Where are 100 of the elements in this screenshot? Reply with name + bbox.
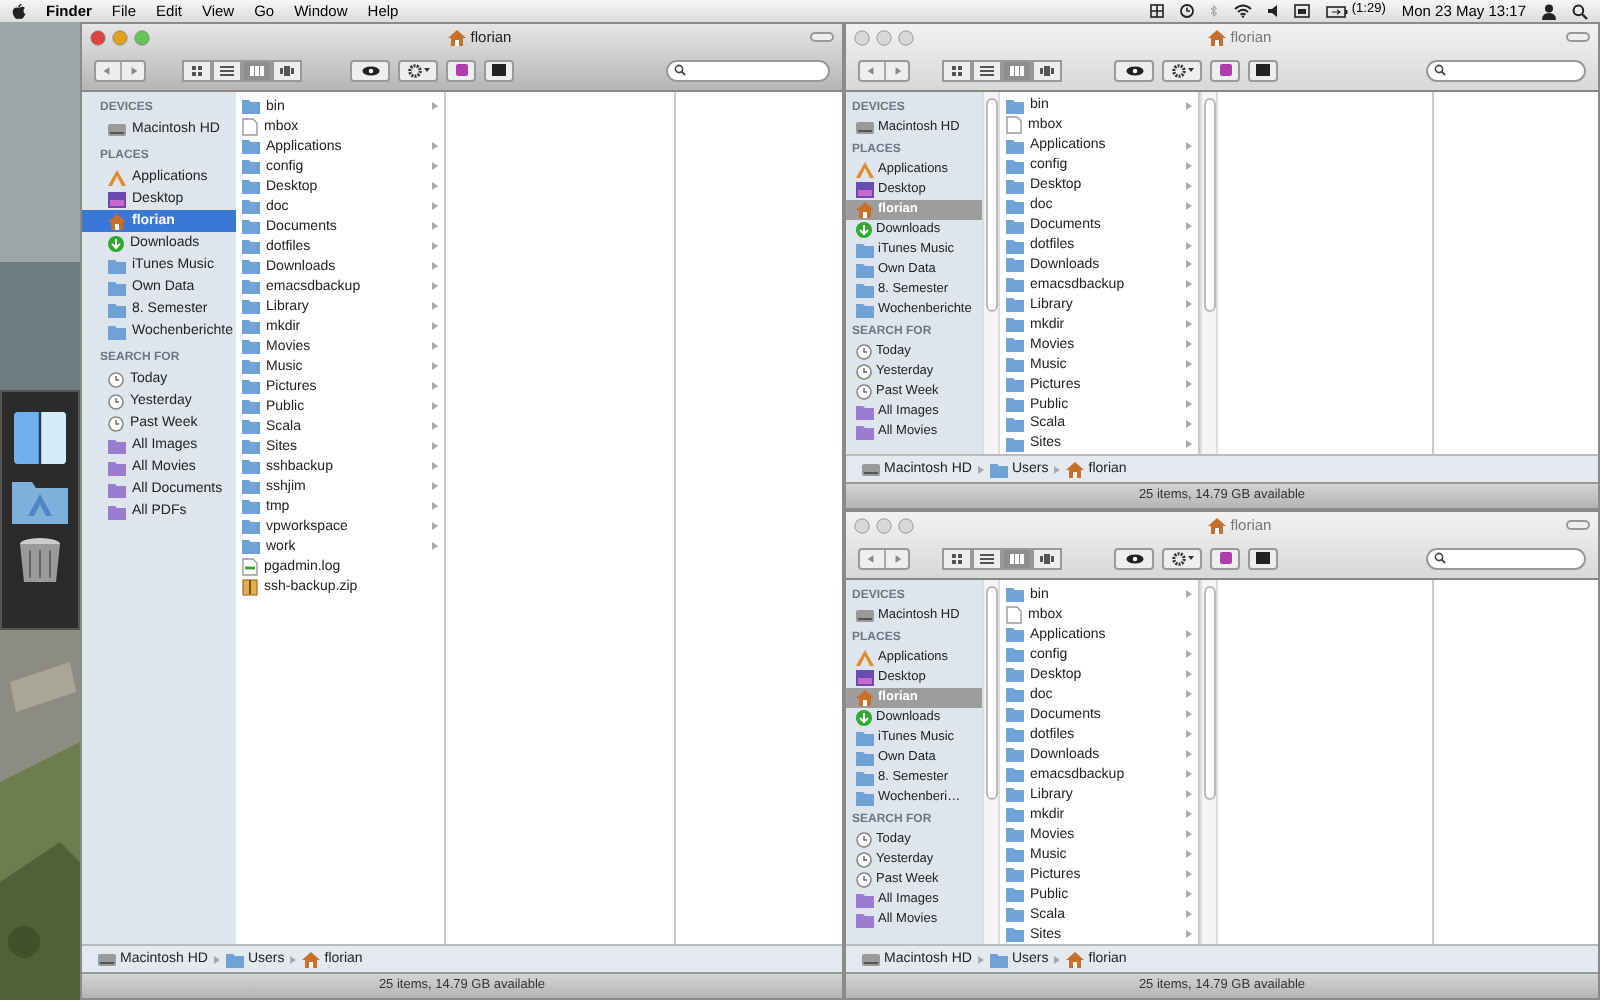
terminal-button[interactable]: [484, 59, 514, 81]
toolbar-toggle-button[interactable]: [1566, 520, 1590, 530]
view-mode-button[interactable]: [972, 547, 1002, 569]
disclosure-arrow-icon: [432, 422, 438, 430]
clock-icon[interactable]: [1179, 4, 1194, 18]
clock-icon: [108, 371, 124, 387]
view-mode-button[interactable]: [1002, 547, 1032, 569]
close-button[interactable]: [90, 29, 106, 45]
view-mode-button[interactable]: [182, 59, 212, 81]
action-menu-button[interactable]: [398, 59, 438, 81]
home-icon: [1208, 517, 1227, 533]
action-menu-button[interactable]: [1162, 59, 1202, 81]
close-button[interactable]: [854, 29, 870, 45]
disclosure-arrow-icon: [1186, 670, 1192, 678]
zoom-button[interactable]: [898, 29, 914, 45]
back-forward-buttons[interactable]: [858, 547, 910, 569]
disclosure-arrow-icon: [1186, 101, 1192, 110]
view-mode-button[interactable]: [272, 59, 302, 81]
app-icon: [1219, 552, 1231, 564]
minimize-button[interactable]: [112, 29, 128, 45]
disclosure-arrow-icon: [432, 242, 438, 250]
disclosure-arrow-icon: [1186, 870, 1192, 878]
search-field[interactable]: [1426, 59, 1586, 81]
gear-icon: [407, 63, 421, 77]
view-mode-button[interactable]: [972, 59, 1002, 81]
trash-icon[interactable]: [18, 536, 62, 584]
scrollbar[interactable]: [1200, 92, 1218, 454]
disclosure-arrow-icon: [432, 402, 438, 410]
column-view-icon: [1010, 65, 1024, 75]
disclosure-arrow-icon: [1186, 320, 1192, 329]
hard-drive-icon: [862, 461, 880, 477]
disclosure-arrow-icon: [432, 462, 438, 470]
toolbar-toggle-button[interactable]: [810, 32, 834, 42]
search-field[interactable]: [666, 59, 830, 81]
toolbar-toggle-button[interactable]: [1566, 32, 1590, 42]
wifi-icon[interactable]: [1233, 4, 1252, 18]
clock-icon: [856, 832, 872, 848]
desktop-icon: [856, 182, 874, 198]
app-shortcut-button[interactable]: [1210, 59, 1240, 81]
view-mode-button[interactable]: [242, 59, 272, 81]
view-mode-button[interactable]: [942, 59, 972, 81]
home-icon: [856, 690, 874, 706]
search-icon[interactable]: [1572, 3, 1588, 19]
disclosure-arrow-icon: [1186, 141, 1192, 150]
quick-look-button[interactable]: [350, 59, 390, 81]
minimize-button[interactable]: [876, 517, 892, 533]
terminal-icon: [1256, 552, 1270, 564]
zoom-button[interactable]: [134, 29, 150, 45]
view-mode-button[interactable]: [1002, 59, 1032, 81]
zoom-button[interactable]: [898, 517, 914, 533]
quick-look-button[interactable]: [1114, 547, 1154, 569]
quick-look-button[interactable]: [1114, 59, 1154, 81]
finder-app-icon[interactable]: [14, 412, 66, 464]
app-shortcut-button[interactable]: [1210, 547, 1240, 569]
document-icon: [1006, 116, 1022, 135]
disclosure-arrow-icon: [432, 222, 438, 230]
disclosure-arrow-icon: [1186, 201, 1192, 210]
user-icon[interactable]: [1542, 3, 1556, 19]
home-icon: [448, 29, 467, 45]
disclosure-arrow-icon: [432, 362, 438, 370]
disclosure-arrow-icon: [432, 282, 438, 290]
app-shortcut-button[interactable]: [446, 59, 476, 81]
disclosure-arrow-icon: [1186, 650, 1192, 658]
close-button[interactable]: [854, 517, 870, 533]
view-mode-button[interactable]: [212, 59, 242, 81]
view-mode-button[interactable]: [942, 547, 972, 569]
disclosure-arrow-icon: [213, 955, 220, 963]
scrollbar[interactable]: [982, 92, 1000, 454]
terminal-button[interactable]: [1248, 59, 1278, 81]
disclosure-arrow-icon: [1186, 930, 1192, 938]
grid-icon[interactable]: [1149, 4, 1164, 18]
log-file-icon: [242, 557, 258, 575]
back-forward-buttons[interactable]: [858, 59, 910, 81]
scrollbar[interactable]: [1200, 580, 1218, 944]
download-icon: [856, 222, 872, 238]
minimize-button[interactable]: [876, 29, 892, 45]
search-field[interactable]: [1426, 547, 1586, 569]
apple-menu-icon[interactable]: [12, 3, 26, 19]
view-mode-button[interactable]: [1032, 59, 1062, 81]
battery-icon[interactable]: [1325, 5, 1348, 17]
window-icon[interactable]: [1293, 4, 1310, 18]
disclosure-arrow-icon: [432, 342, 438, 350]
app-icon: [455, 64, 467, 76]
search-icon: [1434, 552, 1446, 564]
eye-icon: [361, 65, 379, 75]
disclosure-arrow-icon: [1186, 380, 1192, 389]
disclosure-arrow-icon: [432, 502, 438, 510]
disclosure-arrow-icon: [1186, 439, 1192, 448]
applications-folder-icon[interactable]: [12, 476, 68, 524]
terminal-button[interactable]: [1248, 547, 1278, 569]
disclosure-arrow-icon: [1186, 419, 1192, 428]
disclosure-arrow-icon: [432, 542, 438, 550]
cover-flow-icon: [1040, 65, 1054, 75]
view-mode-button[interactable]: [1032, 547, 1062, 569]
desktop-icon: [856, 670, 874, 686]
list-view-icon: [980, 65, 994, 75]
scrollbar[interactable]: [982, 580, 1000, 944]
back-forward-buttons[interactable]: [94, 59, 146, 81]
action-menu-button[interactable]: [1162, 547, 1202, 569]
speaker-icon[interactable]: [1267, 4, 1278, 18]
